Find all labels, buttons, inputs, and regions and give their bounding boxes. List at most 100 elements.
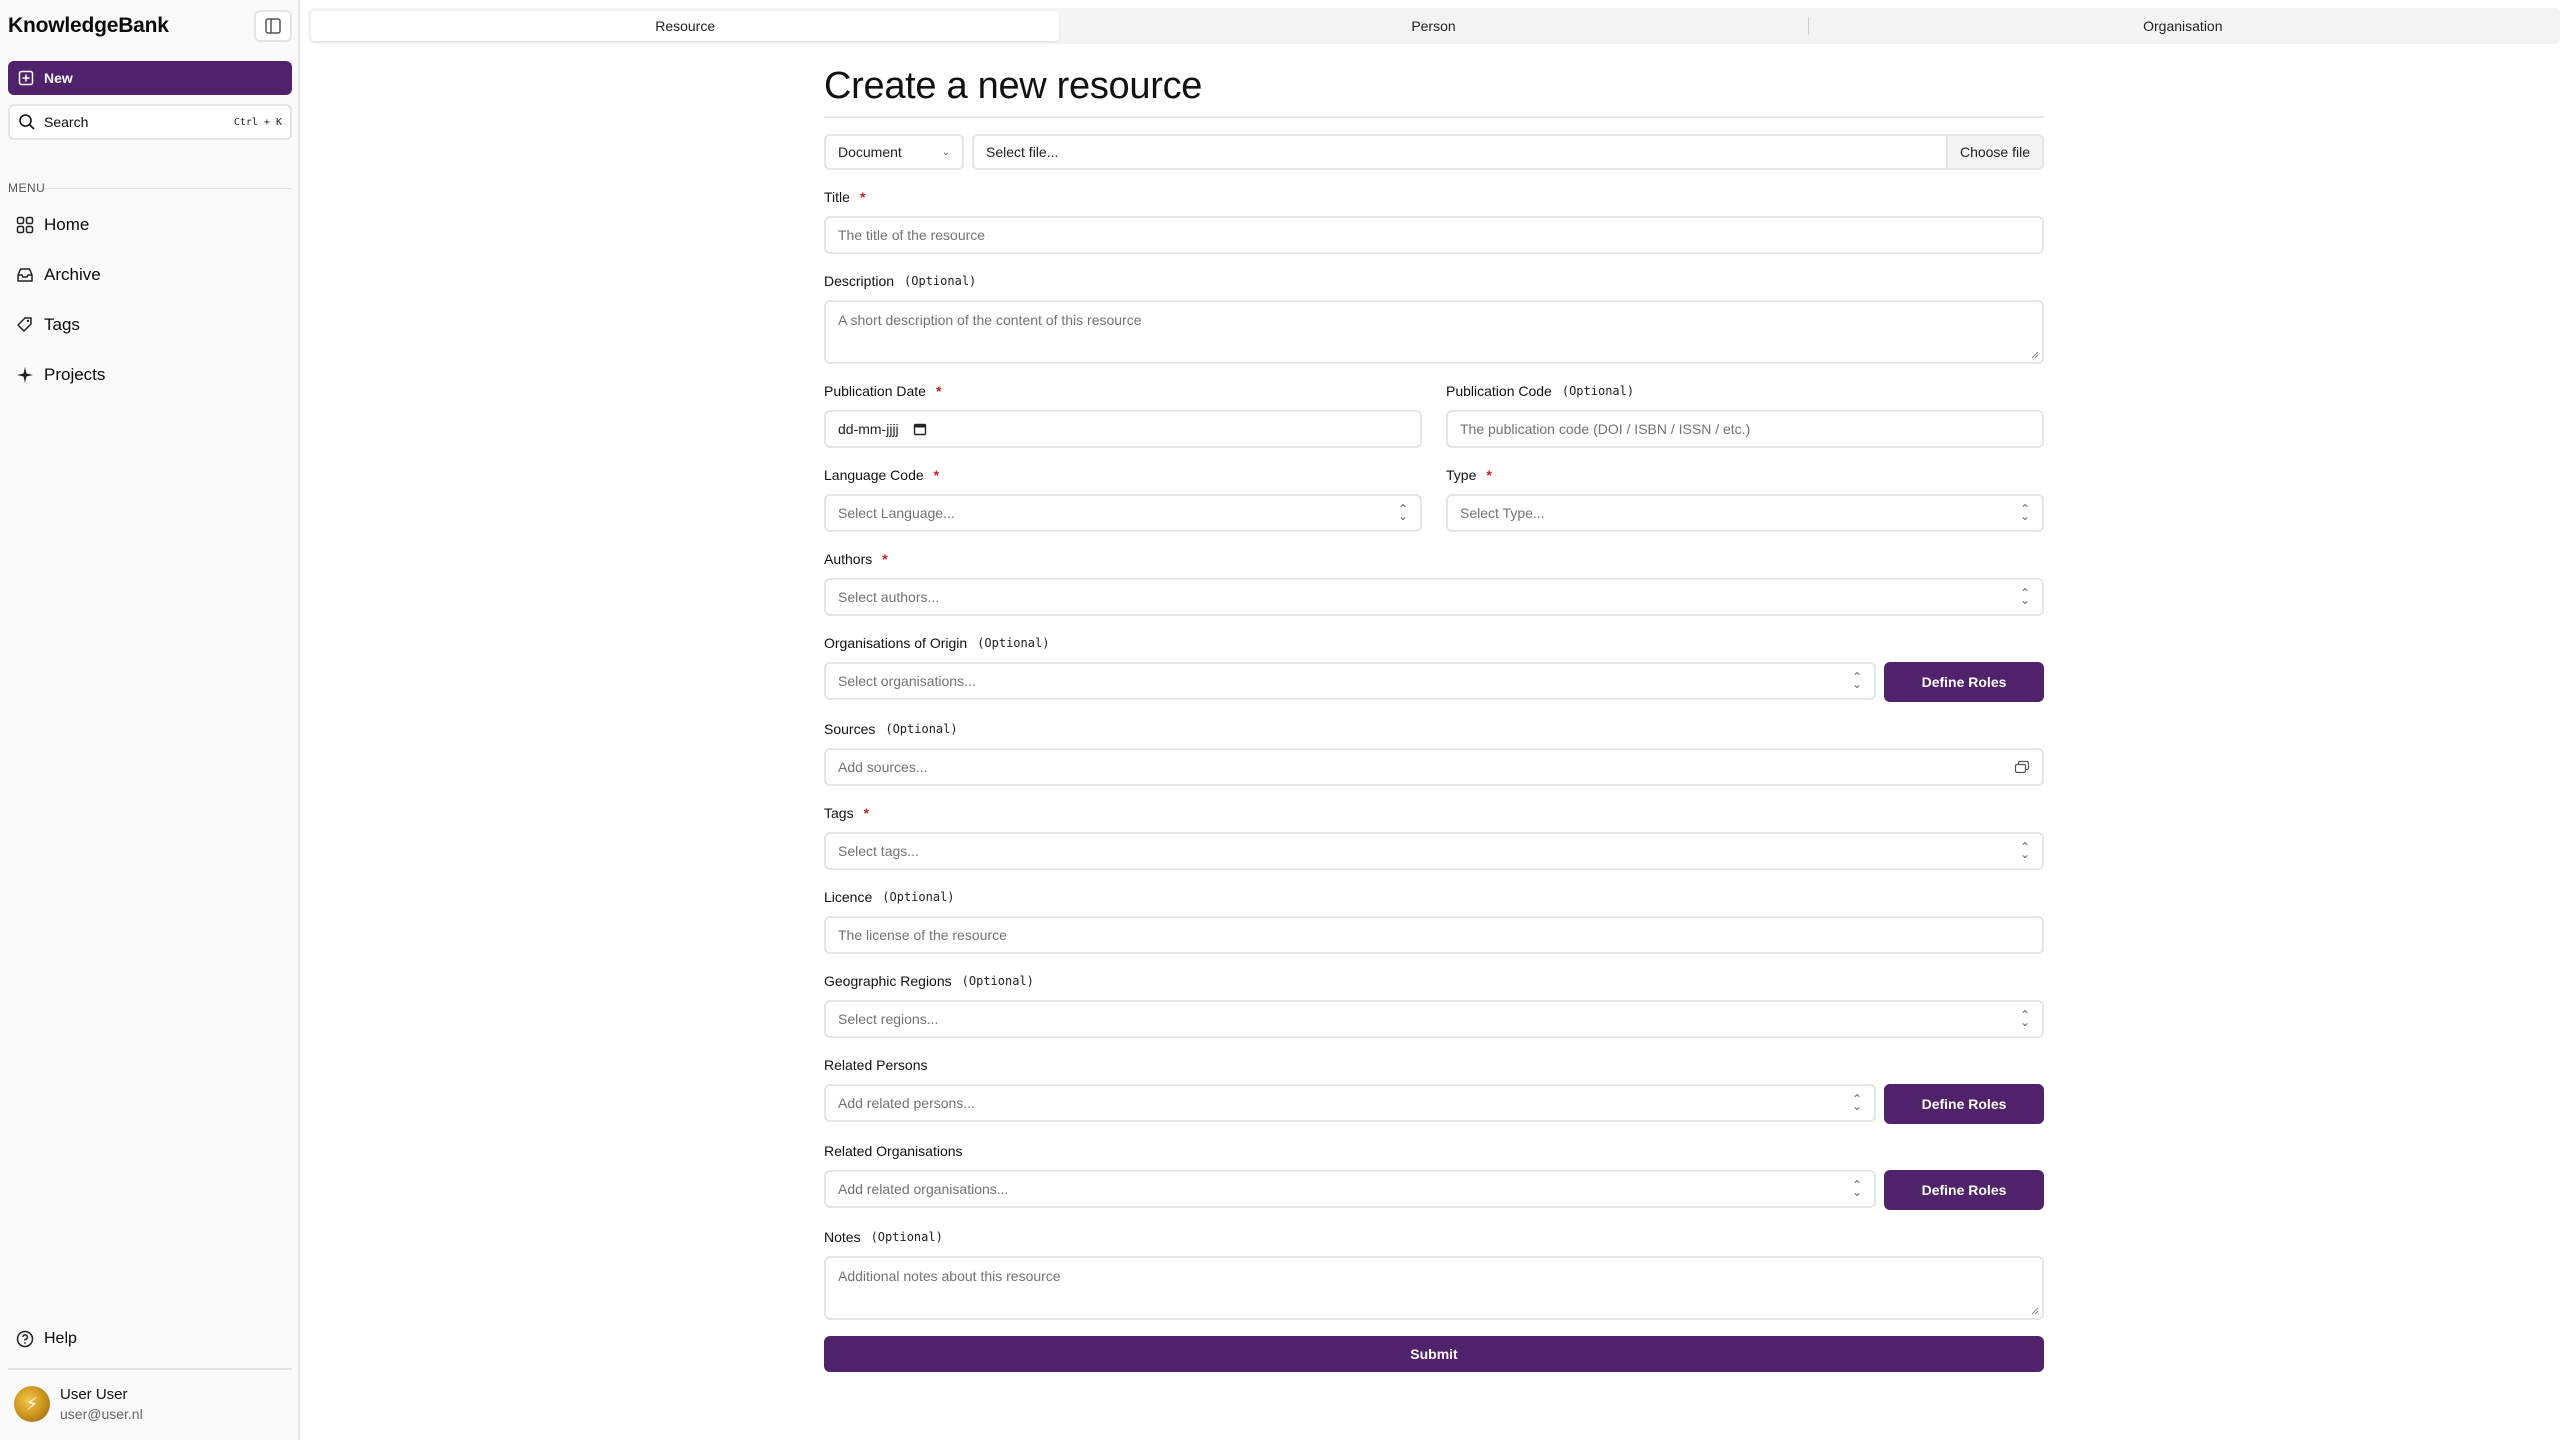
sidebar-item-help[interactable]: Help	[16, 1330, 77, 1348]
type-label: Type *	[1446, 464, 2044, 486]
resize-grip-icon[interactable]	[2031, 1307, 2039, 1315]
optional-mark: (Optional)	[1561, 384, 1635, 398]
publication-code-label: Publication Code (Optional)	[1446, 380, 2044, 402]
grid-icon	[16, 216, 34, 234]
sidebar-item-home[interactable]: Home	[16, 210, 89, 240]
sidebar: KnowledgeBank New Search Ctrl + K MENU H…	[0, 0, 300, 1440]
notes-textarea[interactable]: Additional notes about this resource	[824, 1256, 2044, 1320]
regions-select[interactable]: Select regions... ⌃ ⌄	[824, 1000, 2044, 1038]
chevrons-up-down-icon: ⌃ ⌄	[2019, 586, 2030, 607]
tab-organisation[interactable]: Organisation	[1809, 11, 2557, 41]
publication-date-field: Publication Date * dd-mm-jjjj	[824, 380, 1422, 448]
calendar-icon[interactable]	[913, 422, 927, 436]
publication-code-input[interactable]: The publication code (DOI / ISBN / ISSN …	[1446, 410, 2044, 448]
publication-code-label-text: Publication Code	[1446, 383, 1552, 399]
authors-label-text: Authors	[824, 551, 873, 567]
publication-date-label: Publication Date *	[824, 380, 1422, 402]
required-mark: *	[859, 189, 866, 205]
inbox-icon	[17, 268, 33, 282]
title-field: Title * The title of the resource	[824, 186, 2044, 254]
define-roles-button[interactable]: Define Roles	[1884, 662, 2044, 702]
sources-placeholder: Add sources...	[838, 759, 928, 775]
language-select[interactable]: Select Language... ⌃ ⌄	[824, 494, 1422, 532]
date-value: dd-mm-jjjj	[838, 421, 899, 437]
search-button[interactable]: Search Ctrl + K	[8, 104, 292, 140]
type-field: Type * Select Type... ⌃ ⌄	[1446, 464, 2044, 532]
chevrons-up-down-icon: ⌃ ⌄	[2019, 502, 2030, 523]
regions-field: Geographic Regions (Optional) Select regi…	[824, 970, 2044, 1038]
notes-placeholder: Additional notes about this resource	[838, 1268, 1061, 1284]
page-title: Create a new resource	[824, 65, 1203, 107]
title-label: Title *	[824, 186, 2044, 208]
sidebar-toggle-button[interactable]	[254, 10, 292, 42]
orgs-origin-label: Organisations of Origin (Optional)	[824, 632, 2044, 654]
related-orgs-label: Related Organisations	[824, 1143, 963, 1159]
licence-input[interactable]: The license of the resource	[824, 916, 2044, 954]
sidebar-item-archive[interactable]: Archive	[16, 260, 101, 290]
define-roles-button[interactable]: Define Roles	[1884, 1170, 2044, 1210]
new-button-label: New	[44, 70, 73, 86]
file-input[interactable]: Select file... Choose file	[972, 134, 2044, 170]
tab-resource[interactable]: Resource	[311, 11, 1060, 41]
required-mark: *	[863, 805, 870, 821]
document-type-select[interactable]: Document ⌄	[824, 134, 964, 170]
title-divider	[824, 116, 2044, 118]
search-label: Search	[44, 114, 89, 130]
resize-grip-icon[interactable]	[2031, 351, 2039, 359]
publication-date-label-text: Publication Date	[824, 383, 926, 399]
authors-placeholder: Select authors...	[838, 589, 940, 605]
related-persons-select[interactable]: Add related persons... ⌃ ⌄	[824, 1084, 1876, 1122]
orgs-origin-select[interactable]: Select organisations... ⌃ ⌄	[824, 662, 1876, 700]
description-label: Description (Optional)	[824, 270, 2044, 292]
sidebar-item-projects[interactable]: Projects	[16, 360, 105, 390]
required-mark: *	[935, 383, 942, 399]
licence-label: Licence (Optional)	[824, 886, 2044, 908]
related-orgs-select[interactable]: Add related organisations... ⌃ ⌄	[824, 1170, 1876, 1208]
title-input[interactable]: The title of the resource	[824, 216, 2044, 254]
related-orgs-placeholder: Add related organisations...	[838, 1181, 1009, 1197]
language-label-text: Language Code	[824, 467, 924, 483]
regions-placeholder: Select regions...	[838, 1011, 939, 1027]
notes-label-text: Notes	[824, 1229, 861, 1245]
related-persons-label: Related Persons	[824, 1057, 928, 1073]
optional-mark: (Optional)	[870, 1230, 943, 1244]
copy-icon[interactable]	[2014, 760, 2030, 774]
description-field: Description (Optional) A short descriptio…	[824, 270, 2044, 364]
choose-file-button[interactable]: Choose file	[1945, 136, 2042, 168]
define-roles-button[interactable]: Define Roles	[1884, 1084, 2044, 1124]
sidebar-item-tags[interactable]: Tags	[16, 310, 80, 340]
language-placeholder: Select Language...	[838, 505, 955, 521]
tab-person[interactable]: Person	[1059, 11, 1807, 41]
user-profile[interactable]: ⚡ User User user@user.nl	[14, 1386, 143, 1422]
chevrons-up-down-icon: ⌃ ⌄	[1851, 670, 1862, 691]
chevrons-up-down-icon: ⌃ ⌄	[1851, 1178, 1862, 1199]
sources-input[interactable]: Add sources...	[824, 748, 2044, 786]
authors-select[interactable]: Select authors... ⌃ ⌄	[824, 578, 2044, 616]
type-select[interactable]: Select Type... ⌃ ⌄	[1446, 494, 2044, 532]
tags-select[interactable]: Select tags... ⌃ ⌄	[824, 832, 2044, 870]
new-button[interactable]: New	[8, 61, 292, 95]
description-textarea[interactable]: A short description of the content of th…	[824, 300, 2044, 364]
tags-placeholder: Select tags...	[838, 843, 919, 859]
related-persons-field: Related Persons Add related persons... ⌃…	[824, 1054, 2044, 1124]
submit-button[interactable]: Submit	[824, 1336, 2044, 1372]
app-brand: KnowledgeBank	[8, 14, 169, 37]
required-mark: *	[933, 467, 940, 483]
publication-date-input[interactable]: dd-mm-jjjj	[824, 410, 1422, 448]
regions-label: Geographic Regions (Optional)	[824, 970, 2044, 992]
sidebar-item-label: Projects	[44, 365, 106, 384]
sidebar-item-label: Home	[44, 215, 90, 234]
orgs-origin-field: Organisations of Origin (Optional) Select…	[824, 632, 2044, 702]
sources-label-text: Sources	[824, 721, 876, 737]
file-input-placeholder: Select file...	[986, 144, 1059, 160]
orgs-origin-placeholder: Select organisations...	[838, 673, 976, 689]
language-field: Language Code * Select Language... ⌃ ⌄	[824, 464, 1422, 532]
search-shortcut: Ctrl + K	[233, 116, 282, 128]
licence-field: Licence (Optional) The license of the res…	[824, 886, 2044, 954]
user-email: user@user.nl	[60, 1406, 143, 1422]
sources-label: Sources (Optional)	[824, 718, 2044, 740]
sidebar-item-label: Archive	[44, 265, 101, 284]
required-mark: *	[1486, 467, 1492, 483]
chevron-down-icon: ⌄	[941, 146, 950, 158]
help-circle-icon	[16, 1330, 34, 1348]
